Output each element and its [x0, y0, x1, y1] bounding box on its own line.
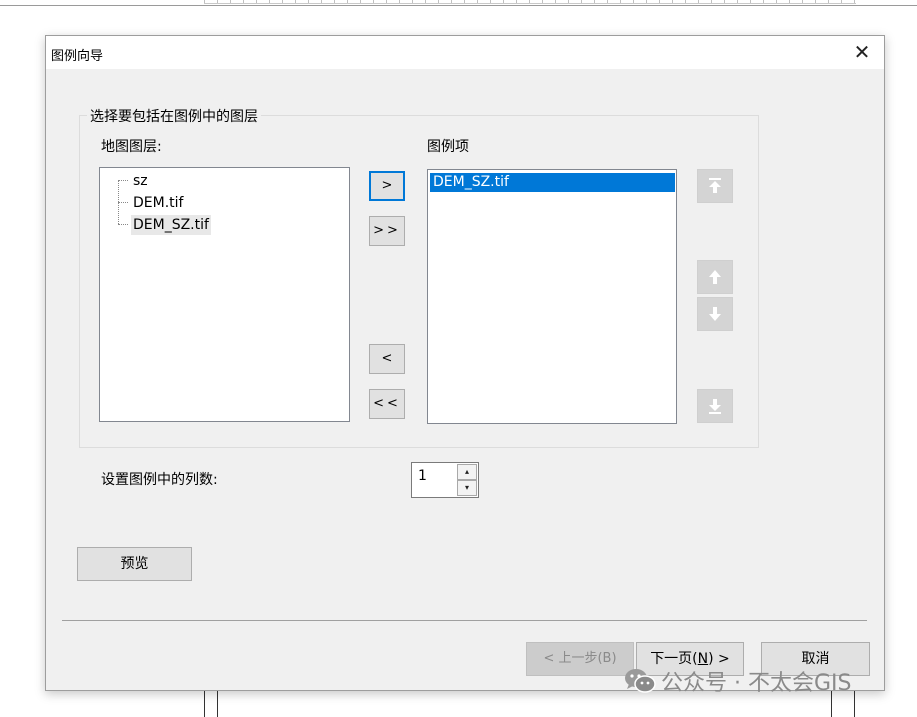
remove-layer-button[interactable]: <: [369, 344, 405, 374]
spin-up-button[interactable]: ▴: [457, 464, 477, 480]
move-bottom-icon: [709, 399, 721, 414]
columns-value[interactable]: 1: [418, 468, 427, 484]
tree-connector: [118, 224, 128, 225]
arrow-up-icon: [709, 270, 721, 284]
tree-connector: [118, 202, 128, 203]
legend-items-label: 图例项: [427, 139, 469, 155]
legend-item-dem-sz[interactable]: DEM_SZ.tif: [430, 173, 675, 192]
back-button[interactable]: < 上一步(B): [526, 642, 634, 676]
background-line: [204, 690, 205, 717]
watermark: 公众号 · 不太会GIS: [623, 665, 851, 697]
close-icon[interactable]: ✕: [850, 40, 874, 64]
add-all-layers-button[interactable]: >>: [369, 216, 405, 246]
tree-item-dem-sz[interactable]: DEM_SZ.tif: [131, 215, 211, 235]
title-bar[interactable]: 图例向导 ✕: [46, 36, 884, 69]
columns-label: 设置图例中的列数:: [101, 472, 218, 488]
move-up-button[interactable]: [697, 260, 733, 294]
legend-items-list[interactable]: DEM_SZ.tif: [427, 169, 677, 424]
dialog-title: 图例向导: [51, 49, 104, 64]
map-layers-tree[interactable]: sz DEM.tif DEM_SZ.tif: [99, 167, 350, 422]
columns-spinner[interactable]: 1 ▴ ▾: [411, 462, 479, 498]
group-title: 选择要包括在图例中的图层: [87, 106, 261, 126]
move-top-icon: [709, 178, 721, 193]
background-line: [854, 690, 855, 717]
legend-wizard-dialog: 图例向导 ✕ 选择要包括在图例中的图层 地图图层: 图例项 sz DEM.tif…: [45, 35, 885, 691]
arrow-down-icon: [709, 307, 721, 321]
tree-item-sz[interactable]: sz: [131, 171, 150, 191]
move-to-top-button[interactable]: [697, 169, 733, 203]
preview-button[interactable]: 预览: [77, 547, 192, 581]
background-ruler: [204, 0, 856, 4]
move-down-button[interactable]: [697, 297, 733, 331]
remove-all-layers-button[interactable]: <<: [369, 389, 405, 419]
watermark-text: 公众号 · 不太会GIS: [661, 671, 852, 696]
spin-down-button[interactable]: ▾: [457, 480, 477, 496]
tree-connector: [118, 180, 128, 181]
add-layer-button[interactable]: >: [369, 171, 405, 201]
footer-separator: [62, 620, 867, 621]
wechat-icon: [625, 669, 656, 693]
background-line: [217, 690, 218, 717]
map-layers-label: 地图图层:: [101, 139, 162, 155]
tree-item-dem[interactable]: DEM.tif: [131, 193, 185, 213]
move-to-bottom-button[interactable]: [697, 389, 733, 423]
